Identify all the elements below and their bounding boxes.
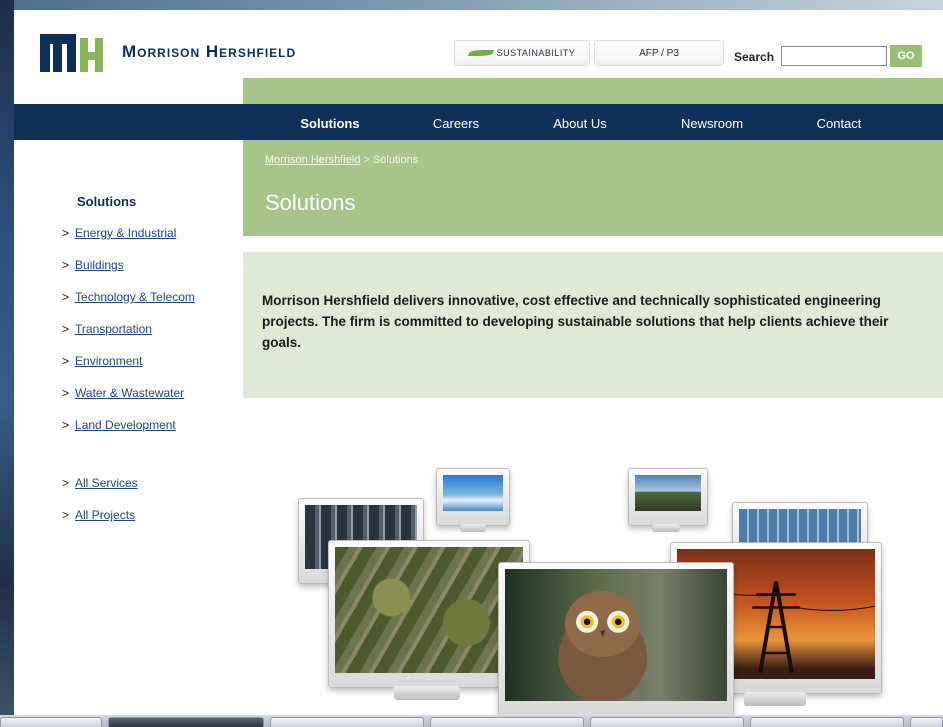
sidebar-item-technology-telecom: > Technology & Telecom (62, 290, 195, 304)
taskbar-button[interactable] (590, 717, 744, 727)
main-nav: Solutions Careers About Us Newsroom Cont… (14, 104, 943, 140)
monitors-illustration (284, 462, 904, 715)
nav-item-about-us[interactable]: About Us (540, 104, 620, 140)
sustainability-button[interactable]: Sustainability (454, 40, 590, 66)
monitor-owl (498, 562, 734, 715)
taskbar-button[interactable] (910, 717, 943, 727)
chevron-right-icon: > (62, 386, 70, 400)
desktop-background-top (0, 0, 943, 10)
sidebar-link-environment[interactable]: Environment (75, 354, 142, 368)
sidebar-link-water-wastewater[interactable]: Water & Wastewater (75, 386, 184, 400)
sidebar-item-water-wastewater: > Water & Wastewater (62, 386, 184, 400)
aerial-suburb-icon (335, 547, 523, 673)
sidebar-link-land-development[interactable]: Land Development (75, 418, 176, 432)
nav-item-contact[interactable]: Contact (804, 104, 874, 140)
sidebar-link-energy-industrial[interactable]: Energy & Industrial (75, 226, 176, 240)
sidebar-link-all-services[interactable]: All Services (75, 476, 138, 490)
chevron-right-icon: > (62, 226, 70, 240)
search-input[interactable] (781, 46, 887, 66)
intro-panel: Morrison Hershfield delivers innovative,… (243, 252, 943, 398)
breadcrumb: Morrison Hershfield > Solutions (265, 154, 418, 166)
mh-logo-icon (40, 34, 103, 72)
sidebar-link-technology-telecom[interactable]: Technology & Telecom (75, 290, 195, 304)
sidebar-item-transportation: > Transportation (62, 322, 152, 336)
sidebar-item-all-services: > All Services (62, 476, 138, 490)
os-taskbar (0, 715, 943, 727)
breadcrumb-home-link[interactable]: Morrison Hershfield (265, 154, 360, 166)
road-icon (635, 475, 701, 511)
chevron-right-icon: > (62, 258, 70, 272)
header-green-band (243, 78, 943, 104)
monitor-sky (436, 468, 510, 526)
sidebar-item-all-projects: > All Projects (62, 508, 135, 522)
afp-p3-button[interactable]: AFP / P3 (594, 40, 724, 66)
breadcrumb-separator: > (363, 154, 370, 166)
monitor-stand (652, 524, 680, 532)
sidebar-item-energy-industrial: > Energy & Industrial (62, 226, 176, 240)
chevron-right-icon: > (62, 508, 70, 522)
company-name: Morrison Hershfield (122, 42, 297, 61)
owl-icon (505, 569, 727, 704)
desktop-background-left (0, 0, 14, 727)
sky-icon (443, 475, 503, 511)
monitor-stand (744, 692, 806, 706)
taskbar-button[interactable] (270, 717, 424, 727)
monitor-road (628, 468, 708, 526)
chevron-right-icon: > (62, 290, 70, 304)
hero-banner: Morrison Hershfield > Solutions Solution… (243, 140, 943, 236)
go-button[interactable]: GO (890, 45, 922, 67)
chevron-right-icon: > (62, 418, 70, 432)
taskbar-button[interactable] (430, 717, 584, 727)
taskbar-button[interactable] (750, 717, 904, 727)
page-title: Solutions (265, 190, 356, 215)
sidebar-item-land-development: > Land Development (62, 418, 176, 432)
sidebar-link-buildings[interactable]: Buildings (75, 258, 124, 272)
sidebar-title: Solutions (77, 194, 137, 209)
sustainability-label: Sustainability (496, 48, 576, 58)
web-page: Morrison Hershfield Sustainability AFP /… (14, 10, 943, 715)
leaf-icon (467, 50, 494, 56)
monitor-stand (460, 524, 486, 532)
owl-figure (558, 591, 648, 704)
afp-p3-label: AFP / P3 (639, 47, 679, 59)
breadcrumb-current: Solutions (372, 154, 419, 166)
chevron-right-icon: > (62, 476, 70, 490)
intro-text: Morrison Hershfield delivers innovative,… (262, 293, 889, 350)
sidebar-item-buildings: > Buildings (62, 258, 124, 272)
monitor-stand (394, 686, 460, 700)
search-label: Search (734, 50, 775, 64)
chevron-right-icon: > (62, 354, 70, 368)
sidebar-item-environment: > Environment (62, 354, 142, 368)
taskbar-button-active[interactable] (108, 717, 264, 727)
nav-item-careers[interactable]: Careers (421, 104, 491, 140)
chevron-right-icon: > (62, 322, 70, 336)
nav-item-solutions[interactable]: Solutions (284, 104, 376, 140)
sidebar-link-all-projects[interactable]: All Projects (75, 508, 135, 522)
sidebar-link-transportation[interactable]: Transportation (75, 322, 152, 336)
taskbar-button[interactable] (0, 717, 102, 727)
nav-item-newsroom[interactable]: Newsroom (668, 104, 756, 140)
